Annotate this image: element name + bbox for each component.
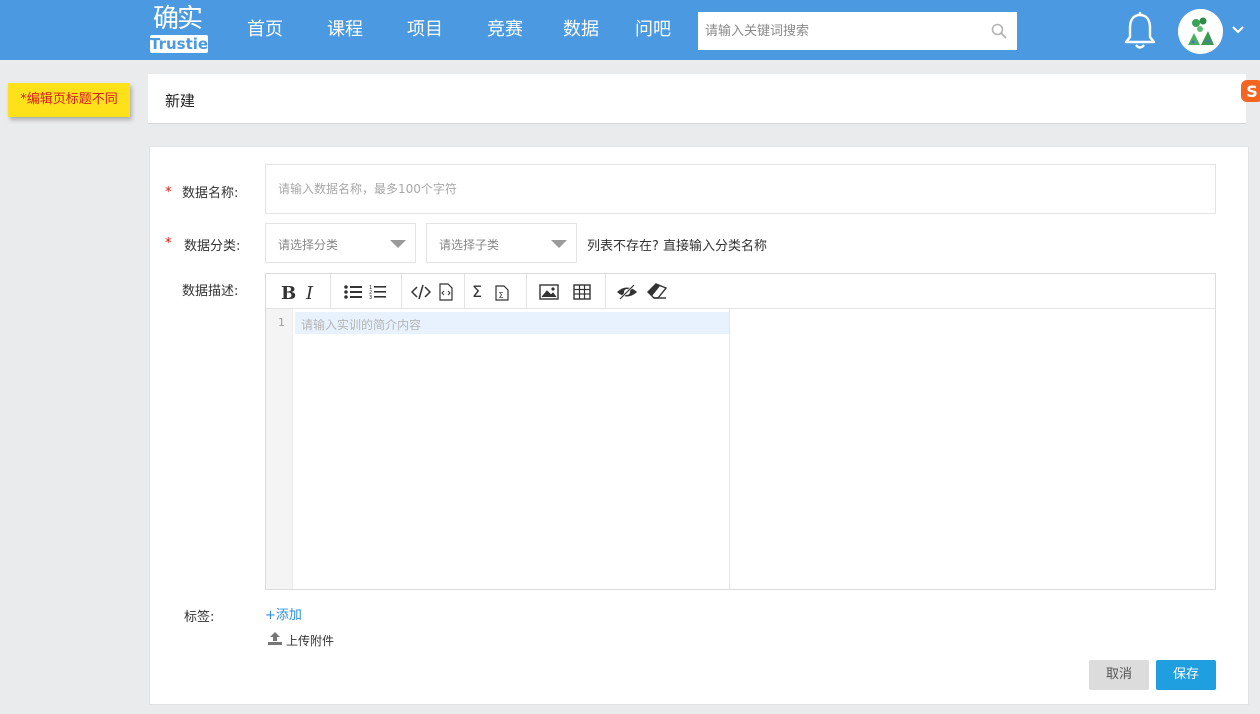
search-box bbox=[698, 12, 1017, 50]
markdown-editor: B I 1 2 3 Σ Σ 1 请输入实训的简介内容 bbox=[265, 273, 1216, 590]
top-nav-bar: 确实 Trustie 首页 课程 项目 竞赛 数据 问吧 bbox=[0, 0, 1260, 60]
input-method-icon[interactable]: S bbox=[1241, 78, 1260, 104]
code-block-icon[interactable] bbox=[435, 281, 457, 303]
nav-home[interactable]: 首页 bbox=[247, 18, 283, 42]
dropdown-arrow-icon bbox=[390, 240, 406, 248]
add-tag-link[interactable]: +添加 bbox=[265, 604, 302, 623]
bullet-list-icon[interactable] bbox=[342, 281, 364, 303]
annotation-note: *编辑页标题不同 bbox=[8, 83, 130, 117]
nav-projects[interactable]: 项目 bbox=[407, 18, 443, 42]
svg-text:3: 3 bbox=[369, 295, 372, 301]
avatar[interactable] bbox=[1178, 9, 1223, 54]
description-textarea[interactable] bbox=[295, 312, 725, 334]
active-line bbox=[295, 312, 729, 334]
formula-icon[interactable]: Σ bbox=[491, 281, 513, 303]
avatar-image bbox=[1178, 9, 1223, 54]
save-button[interactable]: 保存 bbox=[1156, 660, 1216, 690]
svg-text:Σ: Σ bbox=[499, 291, 504, 300]
nav-courses[interactable]: 课程 bbox=[327, 18, 363, 42]
toolbar-divider bbox=[526, 274, 527, 309]
category-hint: 列表不存在? 直接输入分类名称 bbox=[587, 239, 768, 254]
bell-icon[interactable] bbox=[1121, 11, 1159, 51]
bold-icon[interactable]: B bbox=[276, 281, 298, 303]
svg-text:Σ: Σ bbox=[472, 283, 482, 301]
subcategory-select-value: 请选择子类 bbox=[439, 238, 500, 252]
search-input[interactable] bbox=[698, 12, 978, 50]
description-label: 数据描述: bbox=[182, 284, 239, 299]
subcategory-select[interactable]: 请选择子类 bbox=[426, 223, 577, 263]
data-name-input[interactable] bbox=[266, 165, 1206, 213]
svg-text:S: S bbox=[1246, 82, 1258, 101]
line-number: 1 bbox=[278, 316, 285, 329]
site-logo[interactable]: 确实 Trustie bbox=[150, 4, 208, 54]
nav-contests[interactable]: 竞赛 bbox=[487, 18, 523, 42]
category-select-value: 请选择分类 bbox=[278, 238, 339, 252]
upload-icon bbox=[268, 632, 282, 645]
svg-text:B: B bbox=[281, 283, 296, 301]
table-icon[interactable] bbox=[571, 281, 593, 303]
required-mark: * bbox=[165, 236, 172, 251]
chevron-down-icon[interactable] bbox=[1231, 25, 1245, 35]
image-icon[interactable] bbox=[538, 281, 560, 303]
editor-gutter bbox=[266, 309, 293, 589]
svg-text:I: I bbox=[305, 283, 314, 301]
category-label: 数据分类: bbox=[184, 239, 241, 254]
page-title-bar: 新建 bbox=[148, 74, 1246, 124]
search-icon[interactable] bbox=[991, 23, 1007, 39]
preview-toggle-icon[interactable] bbox=[616, 281, 638, 303]
upload-label: 上传附件 bbox=[286, 634, 335, 648]
logo-text-bottom: Trustie bbox=[150, 35, 209, 53]
page-title: 新建 bbox=[165, 92, 196, 110]
toolbar-divider bbox=[464, 274, 465, 309]
code-inline-icon[interactable] bbox=[410, 281, 432, 303]
logo-text-top: 确实 bbox=[153, 4, 203, 34]
editor-toolbar: B I 1 2 3 Σ Σ bbox=[266, 274, 1215, 309]
numbered-list-icon[interactable]: 1 2 3 bbox=[367, 281, 389, 303]
toolbar-divider bbox=[605, 274, 606, 309]
cancel-button[interactable]: 取消 bbox=[1089, 660, 1149, 690]
data-name-field-wrapper bbox=[265, 164, 1216, 214]
category-select[interactable]: 请选择分类 bbox=[265, 223, 416, 263]
sum-icon[interactable]: Σ bbox=[467, 281, 489, 303]
tag-label: 标签: bbox=[184, 610, 215, 625]
toolbar-divider bbox=[401, 274, 402, 309]
dropdown-arrow-icon bbox=[551, 240, 567, 248]
preview-divider bbox=[729, 309, 730, 589]
required-mark: * bbox=[165, 185, 172, 200]
toolbar-divider bbox=[330, 274, 331, 309]
nav-forum[interactable]: 问吧 bbox=[635, 18, 671, 42]
data-name-label: 数据名称: bbox=[182, 186, 239, 201]
nav-data[interactable]: 数据 bbox=[563, 18, 599, 42]
eraser-icon[interactable] bbox=[646, 281, 668, 303]
italic-icon[interactable]: I bbox=[300, 281, 322, 303]
